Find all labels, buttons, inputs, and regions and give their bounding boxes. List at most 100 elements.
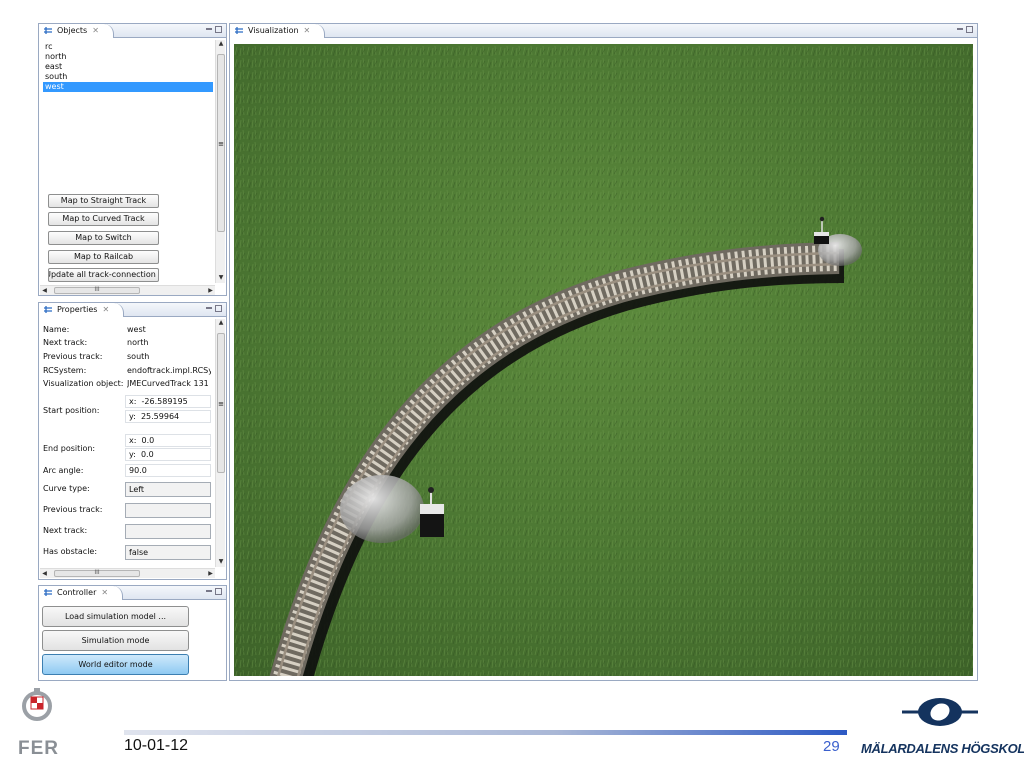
end-x-value: 0.0 [141,436,155,445]
arc-angle-field[interactable]: 90.0 [125,464,211,477]
prop-label-next-track-field: Next track: [43,526,88,535]
minimize-icon[interactable] [206,590,212,592]
university-name: MÄLARDALENS HÖGSKOLA [861,741,1024,756]
scroll-left-icon[interactable]: ◀ [40,286,49,295]
scroll-down-icon[interactable]: ▼ [216,274,226,283]
prop-label-rcsystem: RCSystem: [43,366,87,375]
scroll-down-icon[interactable]: ▼ [216,558,226,567]
prop-label-visualization-object: Visualization object: [43,379,124,388]
close-icon[interactable]: ✕ [102,303,109,316]
scroll-up-icon[interactable]: ▲ [216,319,226,328]
start-y-field[interactable]: y: 25.59964 [125,410,211,423]
previous-track-select[interactable] [125,503,211,518]
prop-value-visualization-object: JMECurvedTrack 131 [127,379,209,388]
window-controls [957,25,973,34]
next-track-select[interactable] [125,524,211,539]
slide-date: 10-01-12 [124,737,189,754]
scroll-thumb[interactable]: ≡ [217,333,225,473]
prop-label-curve-type: Curve type: [43,484,90,493]
tab-objects[interactable]: Objects ✕ [39,24,114,38]
x-prefix: x: [129,436,137,445]
window-controls [206,304,222,313]
prop-label-has-obstacle: Has obstacle: [43,547,98,556]
scroll-right-icon[interactable]: ▶ [206,569,215,578]
tab-objects-label: Objects [57,26,88,35]
objects-horizontal-scrollbar[interactable]: ◀ III ▶ [40,285,215,295]
visualization-panel: Visualization ✕ [229,23,978,681]
hscroll-thumb[interactable]: III [54,570,140,577]
hscroll-thumb[interactable]: III [54,287,140,294]
minimize-icon[interactable] [206,307,212,309]
prop-value-previous-track: south [127,352,150,361]
view-icon [44,589,52,596]
fer-logo [22,688,52,721]
objects-vertical-scrollbar[interactable]: ▲ ≡ ▼ [215,40,225,283]
x-prefix: x: [129,397,137,406]
properties-horizontal-scrollbar[interactable]: ◀ III ▶ [40,568,215,578]
signal-lamp-near [428,487,434,493]
list-item[interactable]: rc [43,42,213,52]
tab-properties-label: Properties [57,305,98,314]
prop-value-next-track: north [127,338,149,347]
close-icon[interactable]: ✕ [92,24,99,37]
update-track-connection-button[interactable]: Update all track-connection [48,268,159,282]
properties-vertical-scrollbar[interactable]: ▲ ≡ ▼ [215,319,225,567]
map-switch-button[interactable]: Map to Switch [48,231,159,245]
window-controls [206,25,222,34]
minimize-icon[interactable] [957,28,963,30]
prop-label-arc-angle: Arc angle: [43,466,84,475]
start-y-value: 25.59964 [140,412,180,421]
end-x-field[interactable]: x: 0.0 [125,434,211,447]
tab-visualization[interactable]: Visualization ✕ [230,24,326,38]
map-railcab-button[interactable]: Map to Railcab [48,250,159,264]
visualization-tabbar: Visualization ✕ [230,24,977,38]
controller-panel: Controller ✕ Load simulation model ... Si… [38,585,227,681]
tab-controller[interactable]: Controller ✕ [39,586,124,600]
y-prefix: y: [129,450,136,459]
y-prefix: y: [129,412,136,421]
footer-divider [124,730,847,735]
simulation-mode-button[interactable]: Simulation mode [42,630,189,651]
prop-label-previous-track-field: Previous track: [43,505,103,514]
list-item-selected[interactable]: west [43,82,213,92]
prop-label-start-position: Start position: [43,406,100,415]
3d-scene-view[interactable] [234,44,973,676]
signal-lamp-far [819,216,825,222]
properties-panel: Properties ✕ Name: west Next track: north… [38,302,227,580]
close-icon[interactable]: ✕ [101,586,108,599]
world-editor-mode-button[interactable]: World editor mode [42,654,189,675]
maximize-icon[interactable] [215,588,222,595]
scroll-left-icon[interactable]: ◀ [40,569,49,578]
prop-value-rcsystem: endoftrack.impl.RCSy [127,366,211,375]
curve-type-select[interactable]: Left [125,482,211,497]
close-icon[interactable]: ✕ [304,24,311,37]
prop-value-name: west [127,325,146,334]
maximize-icon[interactable] [215,26,222,33]
list-item[interactable]: north [43,52,213,62]
signal-box-far-top [814,232,829,236]
scroll-up-icon[interactable]: ▲ [216,40,226,49]
end-y-field[interactable]: y: 0.0 [125,448,211,461]
objects-panel: Objects ✕ rc north east south west Map to… [38,23,227,296]
tab-properties[interactable]: Properties ✕ [39,303,125,317]
has-obstacle-select[interactable]: false [125,545,211,560]
scroll-right-icon[interactable]: ▶ [206,286,215,295]
list-item[interactable]: east [43,62,213,72]
maximize-icon[interactable] [215,305,222,312]
view-icon [44,27,52,34]
prop-label-name: Name: [43,325,70,334]
map-straight-track-button[interactable]: Map to Straight Track [48,194,159,208]
properties-tabbar: Properties ✕ [39,303,226,317]
scroll-thumb[interactable]: ≡ [217,54,225,232]
page-number: 29 [823,738,840,755]
list-item[interactable]: south [43,72,213,82]
map-curved-track-button[interactable]: Map to Curved Track [48,212,159,226]
load-simulation-model-button[interactable]: Load simulation model ... [42,606,189,627]
view-icon [44,306,52,313]
window-controls [206,587,222,596]
maximize-icon[interactable] [966,26,973,33]
fer-logo-text: FER [18,738,59,759]
prop-label-next-track: Next track: [43,338,88,347]
start-x-field[interactable]: x: -26.589195 [125,395,211,408]
minimize-icon[interactable] [206,28,212,30]
